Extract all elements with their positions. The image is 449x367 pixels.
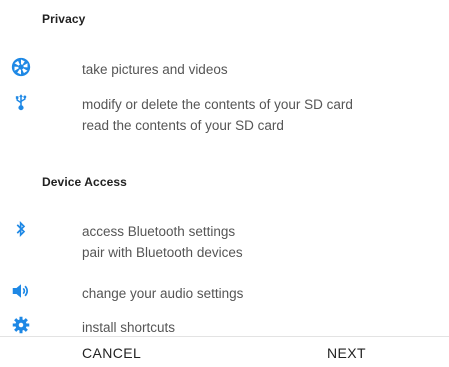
usb-icon [10, 91, 32, 113]
cancel-button[interactable]: CANCEL [82, 345, 141, 361]
permission-item-bluetooth: access Bluetooth settings pair with Blue… [82, 221, 243, 263]
permission-line: access Bluetooth settings [82, 224, 236, 239]
speaker-icon [10, 280, 32, 302]
gear-icon [10, 314, 32, 336]
permission-item-sd-card: modify or delete the contents of your SD… [82, 94, 353, 136]
permission-line: read the contents of your SD card [82, 118, 284, 133]
section-title-device-access: Device Access [42, 175, 127, 189]
permission-line: take pictures and videos [82, 62, 228, 77]
next-button[interactable]: NEXT [327, 345, 366, 361]
permission-line: install shortcuts [82, 320, 176, 335]
permission-line: change your audio settings [82, 286, 244, 301]
permission-line: modify or delete the contents of your SD… [82, 97, 353, 112]
bluetooth-icon [10, 218, 32, 240]
camera-shutter-icon [10, 56, 32, 78]
section-title-privacy: Privacy [42, 12, 86, 26]
footer-divider [0, 336, 449, 337]
permission-item-camera: take pictures and videos [82, 59, 228, 80]
permission-line: pair with Bluetooth devices [82, 245, 243, 260]
permission-item-audio: change your audio settings [82, 283, 243, 304]
permission-item-shortcuts: install shortcuts [82, 317, 175, 338]
